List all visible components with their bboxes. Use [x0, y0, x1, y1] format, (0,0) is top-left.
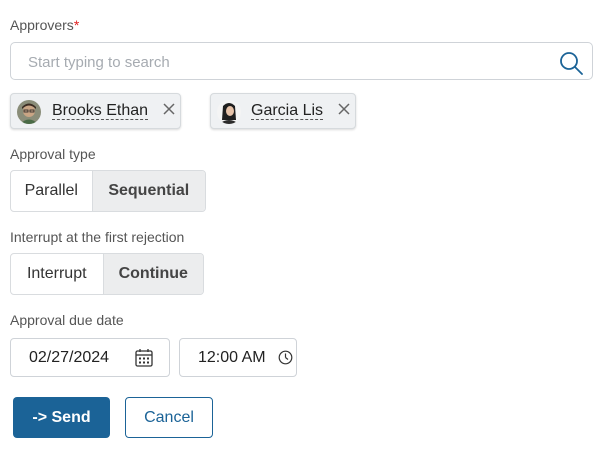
option-parallel[interactable]: Parallel — [11, 171, 92, 211]
approvers-search-input[interactable]: Start typing to search — [10, 42, 593, 80]
search-icon[interactable] — [559, 51, 583, 75]
approver-name[interactable]: Garcia Lis — [251, 102, 324, 120]
approvers-label: Approvers* — [10, 17, 79, 33]
date-value: 02/27/2024 — [29, 349, 110, 366]
option-continue[interactable]: Continue — [102, 254, 203, 294]
time-input[interactable]: 12:00 AM — [179, 338, 297, 377]
avatar — [217, 100, 241, 124]
approval-type-label: Approval type — [10, 146, 96, 162]
approver-chip-garcia-lis[interactable]: Garcia Lis — [210, 93, 356, 129]
clock-icon[interactable] — [278, 350, 293, 365]
interrupt-label: Interrupt at the first rejection — [10, 229, 185, 245]
option-sequential[interactable]: Sequential — [91, 171, 205, 211]
time-value: 12:00 AM — [198, 349, 266, 366]
calendar-icon[interactable] — [135, 348, 153, 367]
due-date-label: Approval due date — [10, 312, 124, 328]
close-icon[interactable] — [337, 102, 351, 116]
interrupt-toggle: Interrupt Continue — [10, 253, 204, 295]
close-icon[interactable] — [162, 102, 176, 116]
cancel-button[interactable]: Cancel — [125, 397, 213, 438]
approver-chip-brooks-ethan[interactable]: Brooks Ethan — [10, 93, 181, 129]
required-mark: * — [73, 17, 80, 33]
send-button[interactable]: -> Send — [13, 397, 110, 438]
approval-type-toggle: Parallel Sequential — [10, 170, 206, 212]
search-placeholder: Start typing to search — [28, 54, 170, 71]
approver-name[interactable]: Brooks Ethan — [52, 102, 149, 120]
approvers-label-text: Approvers — [10, 17, 74, 33]
option-interrupt[interactable]: Interrupt — [11, 254, 103, 294]
date-input[interactable]: 02/27/2024 — [10, 338, 170, 377]
avatar — [17, 100, 41, 124]
